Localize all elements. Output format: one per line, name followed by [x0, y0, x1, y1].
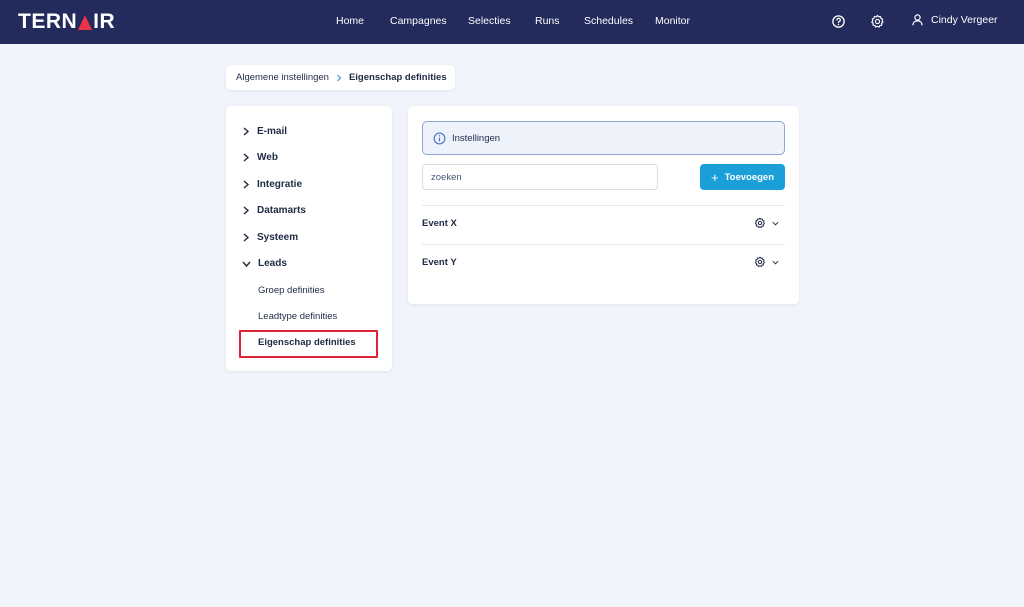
chevron-down-icon[interactable] [772, 260, 779, 265]
sidebar-item-web[interactable]: Web [242, 152, 278, 163]
logo-text-part2: IR [93, 10, 116, 33]
breadcrumb-current: Eigenschap definities [348, 72, 447, 83]
logo-text-part1: TERN [18, 10, 78, 33]
row-actions[interactable] [754, 256, 779, 268]
list-item-label: Event Y [422, 256, 457, 268]
add-button-label: Toevoegen [724, 171, 775, 183]
divider [422, 205, 785, 206]
info-label: Instellingen [452, 132, 501, 144]
chevron-down-icon[interactable] [772, 221, 779, 226]
list-item[interactable]: Event Y [422, 247, 785, 277]
sidebar-item-label: Integratie [257, 179, 303, 190]
sidebar-subitem-leadtype-definities[interactable]: Leadtype definities [258, 311, 337, 322]
user-name: Cindy Vergeer [931, 14, 998, 26]
chevron-down-icon [242, 261, 251, 267]
gear-icon[interactable] [870, 14, 885, 29]
sidebar-subitem-eigenschap-definities[interactable]: Eigenschap definities [258, 337, 356, 348]
user-icon [912, 14, 923, 26]
logo-triangle-icon [78, 14, 93, 30]
ternair-logo[interactable]: TERN IR [18, 10, 115, 34]
sidebar-item-label: Systeem [257, 232, 299, 243]
add-button[interactable]: + Toevoegen [700, 164, 785, 190]
nav-schedules[interactable]: Schedules [584, 15, 633, 27]
nav-selecties[interactable]: Selecties [468, 15, 511, 27]
settings-info-box[interactable]: Instellingen [422, 121, 785, 155]
sidebar-item-label: E-mail [257, 126, 288, 137]
sidebar-item-leads[interactable]: Leads [242, 258, 287, 269]
gear-icon[interactable] [754, 217, 766, 229]
sidebar-item-label: Datamarts [257, 205, 306, 216]
sidebar-item-systeem[interactable]: Systeem [242, 232, 298, 243]
sidebar-item-email[interactable]: E-mail [242, 126, 287, 137]
nav-monitor[interactable]: Monitor [655, 15, 690, 27]
sidebar-item-label: Leads [258, 258, 287, 269]
nav-campagnes[interactable]: Campagnes [390, 15, 447, 27]
sidebar-item-label: Web [257, 152, 278, 163]
chevron-right-icon [243, 153, 250, 162]
top-navigation-bar: TERN IR Home Campagnes Selecties Runs Sch… [0, 0, 1024, 44]
plus-icon: + [710, 169, 719, 185]
breadcrumb: Algemene instellingen Eigenschap definit… [226, 65, 455, 90]
chevron-right-icon [243, 206, 250, 215]
info-icon [433, 132, 446, 144]
sidebar-item-integratie[interactable]: Integratie [242, 179, 302, 190]
nav-home[interactable]: Home [336, 15, 364, 27]
search-input[interactable] [422, 164, 658, 190]
help-icon[interactable] [831, 14, 846, 29]
breadcrumb-parent[interactable]: Algemene instellingen [236, 72, 329, 83]
user-menu[interactable]: Cindy Vergeer [912, 14, 998, 26]
main-panel: Instellingen + Toevoegen Event X Event Y [408, 106, 799, 304]
divider [422, 244, 785, 245]
gear-icon[interactable] [754, 256, 766, 268]
list-item[interactable]: Event X [422, 208, 785, 238]
chevron-right-icon [243, 233, 250, 242]
settings-sidebar: E-mail Web Integratie Datamarts Systeem … [226, 106, 392, 371]
list-item-label: Event X [422, 217, 457, 229]
nav-runs[interactable]: Runs [535, 15, 560, 27]
chevron-right-icon [337, 74, 342, 81]
row-actions[interactable] [754, 217, 779, 229]
sidebar-item-datamarts[interactable]: Datamarts [242, 205, 306, 216]
chevron-right-icon [243, 180, 250, 189]
sidebar-subitem-groep-definities[interactable]: Groep definities [258, 285, 325, 296]
chevron-right-icon [243, 127, 250, 136]
